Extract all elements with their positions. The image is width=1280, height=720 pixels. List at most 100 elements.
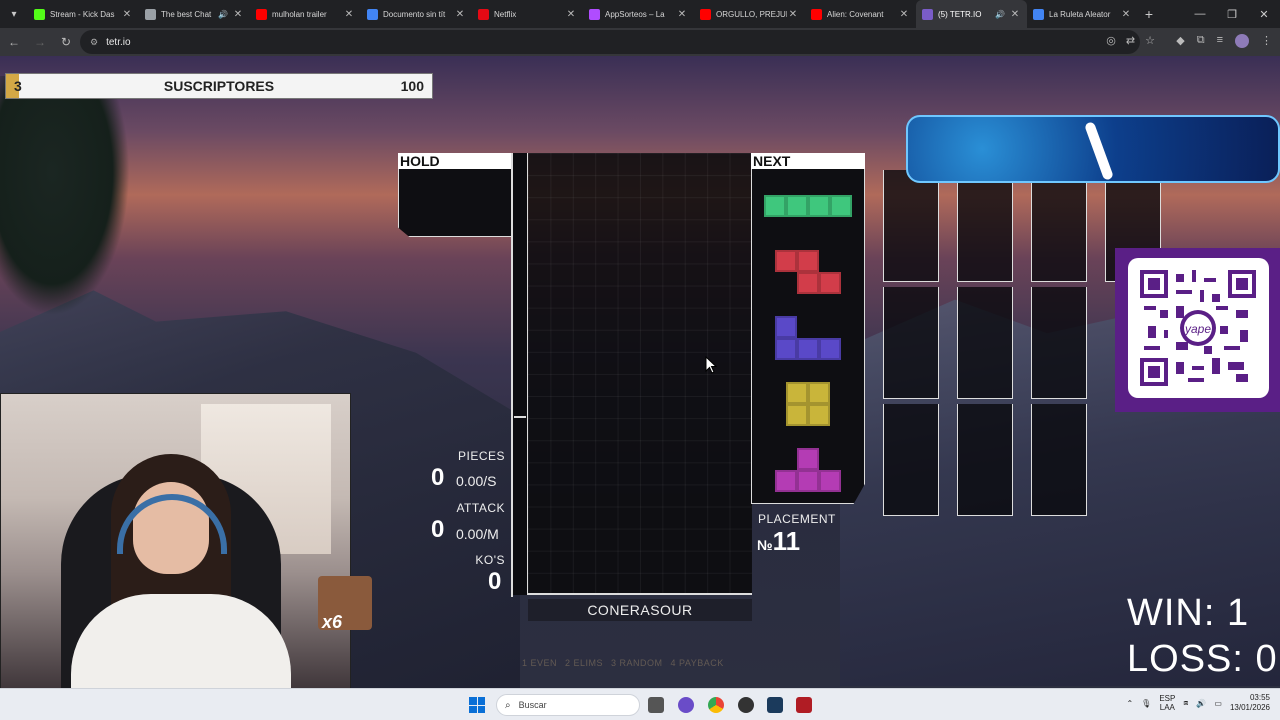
discord-icon[interactable] <box>678 697 694 713</box>
targeting-modes: 1 EVEN 2 ELIMS 3 RANDOM 4 PAYBACK <box>522 658 724 668</box>
tab-close-icon[interactable]: ✕ <box>343 9 355 20</box>
tray-chevron-icon[interactable]: ⌃ <box>1126 699 1133 708</box>
browser-tab[interactable]: The best Chat 🔊 ✕ <box>139 0 250 28</box>
pieces-rate: 0.00/S <box>456 473 497 489</box>
player-username: CONERASOUR <box>528 599 752 621</box>
loss-counter: LOSS: 0 <box>1127 638 1278 680</box>
incognito-icon[interactable]: ◎ <box>1106 34 1116 47</box>
language-top: ESP <box>1159 694 1176 703</box>
attack-rate: 0.00/M <box>456 526 499 542</box>
placement-label: PLACEMENT <box>758 512 836 526</box>
tab-close-icon[interactable]: ✕ <box>787 9 799 20</box>
hold-label: HOLD <box>398 153 512 169</box>
taskbar-clock[interactable]: 03:55 13/01/2026 <box>1230 693 1270 713</box>
browser-tab[interactable]: ORGULLO, PREJUI ✕ <box>694 0 805 28</box>
maximize-icon[interactable]: ❐ <box>1216 0 1248 28</box>
browser-tab[interactable]: Alien: Covenant ✕ <box>805 0 916 28</box>
steam-icon[interactable] <box>767 697 783 713</box>
back-button[interactable]: ← <box>2 30 26 54</box>
piece-block <box>797 250 819 272</box>
reload-button[interactable]: ↻ <box>54 30 78 54</box>
browser-tab[interactable]: AppSorteos – La ✕ <box>583 0 694 28</box>
targeting-mode-option[interactable]: 2 ELIMS <box>565 658 603 668</box>
volume-icon[interactable]: 🔊 <box>1196 699 1206 708</box>
tab-label: Netflix <box>494 9 517 19</box>
opponent-board <box>957 404 1013 516</box>
piece-block <box>775 338 797 360</box>
profile-avatar[interactable] <box>1235 34 1249 48</box>
opponent-board <box>957 287 1013 399</box>
browser-tab[interactable]: Documento sin tít ✕ <box>361 0 472 28</box>
targeting-mode-option[interactable]: 3 RANDOM <box>611 658 663 668</box>
tab-audio-icon[interactable]: 🔊 <box>218 10 228 19</box>
tab-label: ORGULLO, PREJUI <box>716 9 787 19</box>
piece-block <box>775 316 797 338</box>
site-info-icon[interactable]: ⚙ <box>90 37 98 48</box>
network-icon[interactable]: ⧈ <box>1183 698 1188 708</box>
win-counter: WIN: 1 <box>1127 592 1250 634</box>
tab-close-icon[interactable]: ✕ <box>1009 9 1021 20</box>
tab-close-icon[interactable]: ✕ <box>1120 9 1132 20</box>
piece-block <box>764 195 786 217</box>
tab-favicon-icon <box>478 8 489 20</box>
new-tab-button[interactable]: + <box>1138 6 1160 22</box>
browser-tab[interactable]: (5) TETR.IO 🔊 ✕ <box>916 0 1027 28</box>
extensions-puzzle-icon[interactable]: ⧉ <box>1197 34 1205 48</box>
language-indicator[interactable]: ESP LAA <box>1159 694 1175 712</box>
tab-close-icon[interactable]: ✕ <box>676 9 688 20</box>
browser-tab[interactable]: Netflix ✕ <box>472 0 583 28</box>
tab-close-icon[interactable]: ✕ <box>121 9 133 20</box>
tab-close-icon[interactable]: ✕ <box>898 9 910 20</box>
piece-block <box>775 250 797 272</box>
chrome-icon[interactable] <box>708 697 724 713</box>
bookmark-star-icon[interactable]: ☆ <box>1145 34 1155 47</box>
webcam-feed <box>0 393 351 688</box>
browser-tab[interactable]: La Ruleta Aleator ✕ <box>1027 0 1138 28</box>
piece-block <box>797 338 819 360</box>
piece-block <box>797 272 819 294</box>
microphone-icon[interactable]: 🎙 <box>1141 699 1151 708</box>
obs-icon[interactable] <box>738 697 754 713</box>
piece-block <box>819 470 841 492</box>
overlay-slash-graphic <box>1084 121 1114 181</box>
menu-kebab-icon[interactable]: ⋮ <box>1261 34 1272 48</box>
tab-label: Alien: Covenant <box>827 9 884 19</box>
garbage-meter-well <box>512 153 528 595</box>
app-red-icon[interactable] <box>796 697 812 713</box>
address-bar[interactable]: ⚙ tetr.io <box>80 30 1140 54</box>
tab-favicon-icon <box>367 8 378 20</box>
close-window-icon[interactable]: ✕ <box>1248 0 1280 28</box>
subscriber-label: SUSCRIPTORES <box>163 78 275 94</box>
tab-favicon-icon <box>145 8 156 20</box>
tab-audio-icon[interactable]: 🔊 <box>995 10 1005 19</box>
qr-brand-text: yape <box>1184 322 1211 336</box>
media-control-icon[interactable]: ≡ <box>1217 34 1223 48</box>
tab-search-dropdown[interactable]: ▾ <box>0 0 28 28</box>
tab-close-icon[interactable]: ✕ <box>454 9 466 20</box>
tab-close-icon[interactable]: ✕ <box>232 9 244 20</box>
browser-toolbar: ← → ↻ ⚙ tetr.io ◎ ⇄ ☆ ◆ ⧉ ≡ ⋮ <box>0 28 1280 56</box>
opponent-board <box>883 170 939 282</box>
piece-block <box>819 272 841 294</box>
stream-alert-overlay <box>906 115 1280 183</box>
tab-close-icon[interactable]: ✕ <box>565 9 577 20</box>
piece-block <box>830 195 852 217</box>
targeting-mode-option[interactable]: 4 PAYBACK <box>671 658 724 668</box>
taskbar-search-box[interactable]: ⌕ Buscar <box>496 694 640 716</box>
forward-button[interactable]: → <box>28 30 52 54</box>
translate-icon[interactable]: ⇄ <box>1126 34 1135 47</box>
tab-favicon-icon <box>589 8 600 20</box>
tetris-board[interactable] <box>528 153 752 595</box>
piece-block <box>775 470 797 492</box>
battery-icon[interactable]: ▭ <box>1214 699 1222 708</box>
targeting-mode-option[interactable]: 1 EVEN <box>522 658 557 668</box>
browser-tab[interactable]: Stream - Kick Das ✕ <box>28 0 139 28</box>
file-explorer-icon[interactable] <box>648 697 664 713</box>
browser-tab[interactable]: mulholan trailer ✕ <box>250 0 361 28</box>
minimize-icon[interactable]: — <box>1184 0 1216 28</box>
extension-diamond-icon[interactable]: ◆ <box>1176 34 1184 48</box>
emote-multiplier: x6 <box>322 612 343 632</box>
piece-block <box>786 382 808 404</box>
next-label: NEXT <box>751 153 865 169</box>
windows-start-icon[interactable] <box>469 697 485 713</box>
